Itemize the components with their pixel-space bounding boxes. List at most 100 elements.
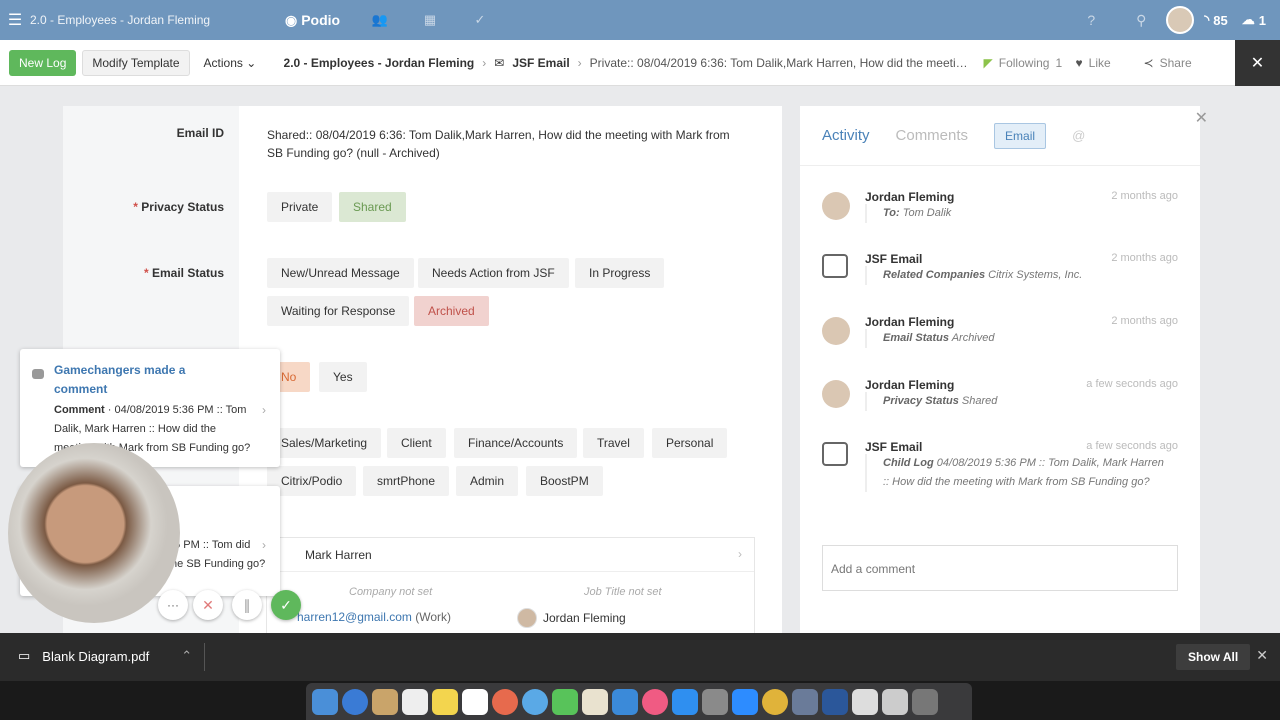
add-comment-input[interactable]: Add a comment	[822, 545, 1178, 591]
contacts-icon[interactable]: 👥	[355, 12, 405, 28]
trash-icon[interactable]	[912, 688, 938, 715]
status-option-in-progress[interactable]: In Progress	[575, 258, 665, 288]
rss-count[interactable]: ◝ 85	[1204, 12, 1228, 28]
podio-logo[interactable]: ◉ Podio	[285, 12, 355, 29]
utility-icon[interactable]	[792, 688, 818, 715]
downloads-bar: ▭ Blank Diagram.pdf ⌃ Show All ✕	[0, 633, 1280, 681]
category-boostpm[interactable]: BoostPM	[526, 466, 603, 496]
show-all-button[interactable]: Show All	[1176, 644, 1251, 670]
category-travel[interactable]: Travel	[583, 428, 644, 458]
contacts-app-icon[interactable]	[372, 688, 398, 715]
notification-title[interactable]: Gamechangers made a comment	[54, 361, 234, 399]
app-icon	[822, 442, 848, 466]
activity-time: a few seconds ago	[1086, 440, 1178, 452]
status-option-waiting[interactable]: Waiting for Response	[267, 296, 410, 326]
tasks-icon[interactable]: ✓	[455, 12, 505, 28]
privacy-option-private[interactable]: Private	[267, 192, 333, 222]
activity-author[interactable]: JSF Email	[865, 440, 922, 454]
document-icon[interactable]	[852, 688, 878, 715]
cancel-icon[interactable]: ✕	[193, 590, 223, 620]
workspace-title[interactable]: 2.0 - Employees - Jordan Fleming	[30, 13, 285, 27]
rss-icon: ◤	[983, 55, 993, 70]
avatar	[822, 317, 850, 345]
category-finance[interactable]: Finance/Accounts	[454, 428, 578, 458]
download-item[interactable]: ▭ Blank Diagram.pdf ⌃	[18, 648, 192, 664]
system-preferences-icon[interactable]	[702, 688, 728, 715]
notification-popup[interactable]: Gamechangers made a comment Comment · 04…	[20, 349, 280, 467]
calendar-app-icon[interactable]	[402, 688, 428, 715]
checkmark-icon[interactable]: ✓	[271, 590, 301, 620]
share-button[interactable]: ≺ Share	[1144, 56, 1214, 70]
category-sales-marketing[interactable]: Sales/Marketing	[267, 428, 382, 458]
option-yes[interactable]: Yes	[319, 362, 367, 392]
chrome-icon[interactable]	[762, 688, 788, 715]
pause-icon[interactable]: ∥	[232, 590, 262, 620]
calendar-icon[interactable]: ▦	[405, 12, 455, 28]
contact-job-title: Job Title not set	[584, 586, 662, 598]
new-log-button[interactable]: New Log	[9, 49, 77, 76]
modify-template-button[interactable]: Modify Template	[82, 49, 190, 76]
status-option-needs-action[interactable]: Needs Action from JSF	[418, 258, 569, 288]
tab-comments[interactable]: Comments	[896, 127, 969, 144]
breadcrumb: 2.0 - Employees - Jordan Fleming › ✉ JSF…	[284, 56, 974, 70]
breadcrumb-item: Private:: 08/04/2019 6:36: Tom Dalik,Mar…	[589, 55, 974, 70]
download-filename: Blank Diagram.pdf	[42, 648, 150, 664]
panel-tabs: Activity Comments Email @	[800, 106, 1200, 166]
category-citrix-podio[interactable]: Citrix/Podio	[267, 466, 357, 496]
close-icon[interactable]: ✕	[1195, 108, 1208, 128]
reminders-icon[interactable]	[462, 688, 488, 715]
contact-header: Mark Harren	[267, 538, 754, 572]
finder-icon[interactable]	[312, 688, 338, 715]
help-icon[interactable]: ?	[1066, 12, 1116, 28]
breadcrumb-workspace[interactable]: 2.0 - Employees - Jordan Fleming	[284, 56, 475, 70]
privacy-status-label: * Privacy Status	[133, 200, 224, 214]
notes-icon[interactable]	[432, 688, 458, 715]
webcam-overlay	[8, 443, 180, 623]
contact-owner[interactable]: Jordan Fleming	[517, 608, 626, 628]
preview-icon[interactable]	[582, 688, 608, 715]
chevron-up-icon[interactable]: ⌃	[181, 648, 192, 664]
contact-email-link[interactable]: harren12@gmail.com (Work)	[297, 610, 451, 624]
hamburger-menu-icon[interactable]: ☰	[0, 10, 30, 30]
close-icon[interactable]: ✕	[1256, 647, 1268, 664]
tab-mentions[interactable]: @	[1072, 128, 1085, 143]
activity-author[interactable]: Jordan Fleming	[865, 378, 954, 392]
safari-icon[interactable]	[342, 688, 368, 715]
status-option-new-unread[interactable]: New/Unread Message	[267, 258, 414, 288]
like-button[interactable]: ♥ Like	[1076, 56, 1144, 70]
activity-panel: Activity Comments Email @ ✕ Jordan Flemi…	[800, 106, 1208, 633]
photos-icon[interactable]	[492, 688, 518, 715]
close-icon[interactable]: ✕	[1235, 40, 1280, 86]
status-option-archived[interactable]: Archived	[414, 296, 489, 326]
keynote-icon[interactable]	[612, 688, 638, 715]
downloads-stack-icon[interactable]	[882, 688, 908, 715]
category-personal[interactable]: Personal	[652, 428, 728, 458]
tab-email[interactable]: Email	[994, 122, 1047, 149]
activity-author[interactable]: Jordan Fleming	[865, 315, 954, 329]
music-icon[interactable]	[642, 688, 668, 715]
rss-icon: ◝	[1204, 12, 1210, 27]
messages-icon[interactable]	[522, 688, 548, 715]
category-admin[interactable]: Admin	[456, 466, 519, 496]
privacy-option-shared[interactable]: Shared	[339, 192, 406, 222]
more-icon[interactable]: ···	[158, 590, 188, 620]
activity-detail: Related Companies Citrix Systems, Inc.	[865, 266, 1165, 285]
app-store-icon[interactable]	[672, 688, 698, 715]
following-button[interactable]: ◤ Following 1	[984, 56, 1076, 70]
contact-card[interactable]: Mark Harren › Company not set Job Title …	[266, 537, 755, 633]
tab-activity[interactable]: Activity	[822, 127, 870, 144]
word-icon[interactable]	[822, 688, 848, 715]
search-icon[interactable]: ⚲	[1116, 12, 1166, 29]
app-icon	[822, 254, 848, 278]
category-smrtphone[interactable]: smrtPhone	[363, 466, 450, 496]
activity-author[interactable]: Jordan Fleming	[865, 190, 954, 204]
category-client[interactable]: Client	[387, 428, 446, 458]
zoom-icon[interactable]	[732, 688, 758, 715]
actions-dropdown[interactable]: Actions ⌄	[204, 56, 264, 70]
notifications-count[interactable]: ☁ 1	[1242, 12, 1266, 28]
facetime-icon[interactable]	[552, 688, 578, 715]
brand-label: Podio	[301, 12, 341, 28]
breadcrumb-app[interactable]: JSF Email	[512, 56, 569, 70]
activity-author[interactable]: JSF Email	[865, 252, 922, 266]
user-avatar[interactable]	[1166, 6, 1195, 34]
